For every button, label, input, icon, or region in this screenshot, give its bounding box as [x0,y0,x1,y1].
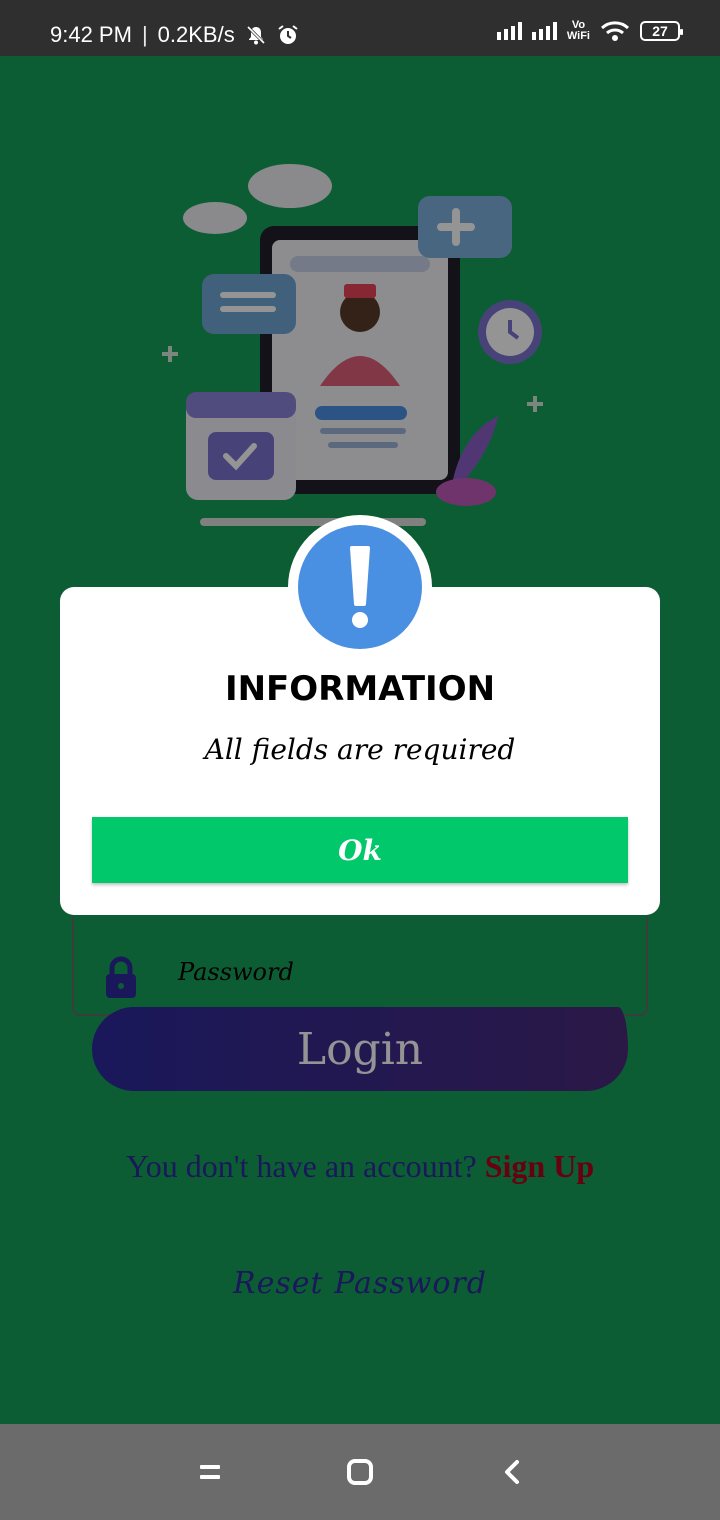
dialog-message: All fields are required [204,733,516,766]
mute-bell-icon [246,25,265,45]
alarm-icon [278,25,298,44]
dialog-title: INFORMATION [224,669,496,709]
system-nav-bar [0,1424,720,1520]
wifi-icon [600,21,630,41]
menu-nav-icon[interactable] [190,1454,230,1490]
battery-indicator: 27 [640,21,683,41]
home-nav-icon[interactable] [340,1454,380,1490]
network-speed: 0.2KB/s [157,22,235,47]
signal-icon [496,22,522,40]
dialog-badge [288,515,432,659]
status-bar: 9:42 PM | 0.2KB/s Vo WiFi 27 [0,0,720,56]
ok-button[interactable]: Ok [92,817,628,883]
status-time: 9:42 PM [50,22,132,47]
status-right: Vo WiFi 27 [496,19,683,42]
exclamation-icon [298,525,422,649]
signal-icon-2 [531,22,557,40]
status-left: 9:42 PM | 0.2KB/s [50,22,299,48]
vowifi-indicator: Vo WiFi [566,19,590,42]
back-nav-icon[interactable] [492,1454,532,1490]
